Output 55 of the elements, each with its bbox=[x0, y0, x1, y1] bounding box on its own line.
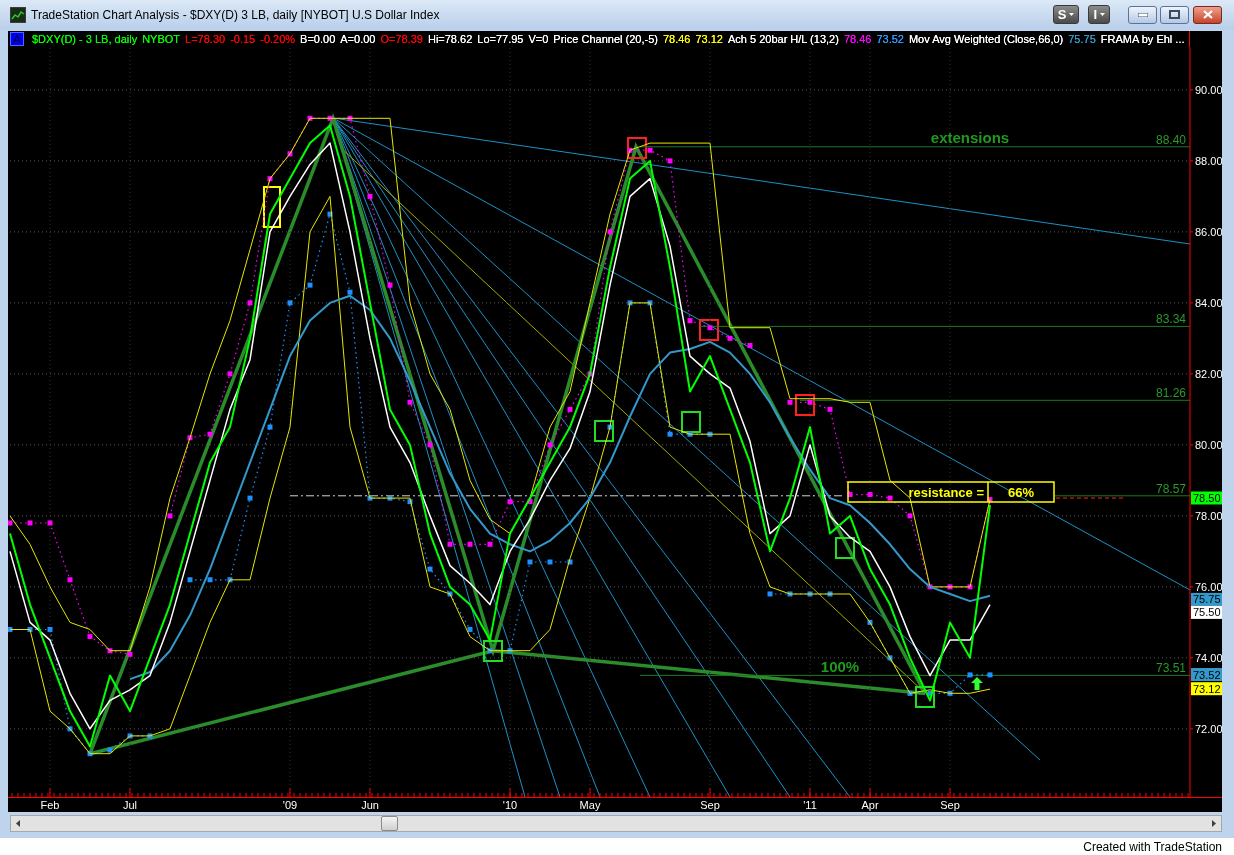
legend-text: 73.52 bbox=[876, 31, 904, 47]
footer-credit: Created with TradeStation bbox=[1083, 838, 1222, 855]
legend-text: 78.46 bbox=[662, 31, 691, 47]
legend-text: 78.46 bbox=[843, 31, 872, 47]
legend-text: L=78.30 bbox=[185, 31, 226, 47]
legend-text: B=0.00 bbox=[300, 31, 336, 47]
legend-text: V=0 bbox=[528, 31, 549, 47]
legend-text: NYBOT bbox=[142, 31, 181, 47]
y-tick-label: 82.00 bbox=[1195, 367, 1222, 380]
level-label: 73.51 bbox=[1155, 661, 1186, 676]
y-tick-label: 88.00 bbox=[1195, 154, 1222, 167]
legend-text: A=0.00 bbox=[340, 31, 376, 47]
callout-value: 66% bbox=[1008, 484, 1034, 500]
level-label: 78.57 bbox=[1155, 481, 1186, 496]
x-tick-label: '09 bbox=[282, 799, 298, 811]
legend-text: Price Channel (20,-5) bbox=[553, 31, 658, 47]
x-tick-label: Apr bbox=[861, 799, 879, 811]
x-tick-label: Sep bbox=[700, 799, 720, 811]
x-tick-label: Jun bbox=[361, 799, 379, 811]
legend-text: O=78.39 bbox=[380, 31, 423, 47]
y-tick-label: 76.00 bbox=[1195, 580, 1222, 593]
legend-text: $DXY(D) - 3 LB, daily bbox=[32, 31, 138, 47]
x-tick-label: Sep bbox=[940, 799, 960, 811]
y-tick-label: 84.00 bbox=[1195, 296, 1222, 309]
x-tick-label: Jul bbox=[122, 799, 138, 811]
legend-text: Mov Avg Weighted (Close,66,0) bbox=[908, 31, 1064, 47]
y-tick-label: 80.00 bbox=[1195, 438, 1222, 451]
legend-text: Ach 5 20bar H/L (13,2) bbox=[728, 31, 839, 47]
x-tick-label: '11 bbox=[803, 799, 817, 811]
x-tick-label: May bbox=[579, 799, 601, 811]
legend-text: Lo=77.95 bbox=[477, 31, 524, 47]
legend-text: Hi=78.62 bbox=[427, 31, 473, 47]
price-tag: 73.52 bbox=[1191, 668, 1222, 681]
x-tick-label: '10 bbox=[502, 799, 518, 811]
legend-text: -0.20% bbox=[260, 31, 296, 47]
chart-label: extensions bbox=[930, 129, 1010, 146]
price-tag: 73.12 bbox=[1191, 682, 1222, 696]
x-tick-label: Feb bbox=[40, 799, 60, 811]
legend-text: 73.12 bbox=[695, 31, 723, 47]
y-tick-label: 74.00 bbox=[1195, 651, 1222, 664]
window-title: TradeStation Chart Analysis - $DXY(D) 3 LB, daily [NYBOT] U.S Dollar Index bbox=[31, 6, 440, 24]
level-label: 88.40 bbox=[1155, 132, 1186, 147]
legend-text: 75.75 bbox=[1068, 31, 1096, 47]
level-label: 81.26 bbox=[1155, 386, 1186, 401]
legend-text: FRAMA by Ehl ... bbox=[1100, 31, 1185, 47]
chart-label: 100% bbox=[820, 658, 860, 675]
y-tick-label: 72.00 bbox=[1195, 722, 1222, 735]
y-tick-label: 86.00 bbox=[1195, 225, 1222, 238]
level-label: 83.34 bbox=[1155, 312, 1186, 327]
price-tag: 75.75 bbox=[1191, 592, 1222, 606]
callout-label: resistance = bbox=[908, 484, 984, 500]
legend-text: -0.15 bbox=[230, 31, 256, 47]
price-tag: 78.50 bbox=[1191, 491, 1222, 505]
y-tick-label: 90.00 bbox=[1195, 83, 1222, 96]
y-tick-label: 78.00 bbox=[1195, 509, 1222, 522]
